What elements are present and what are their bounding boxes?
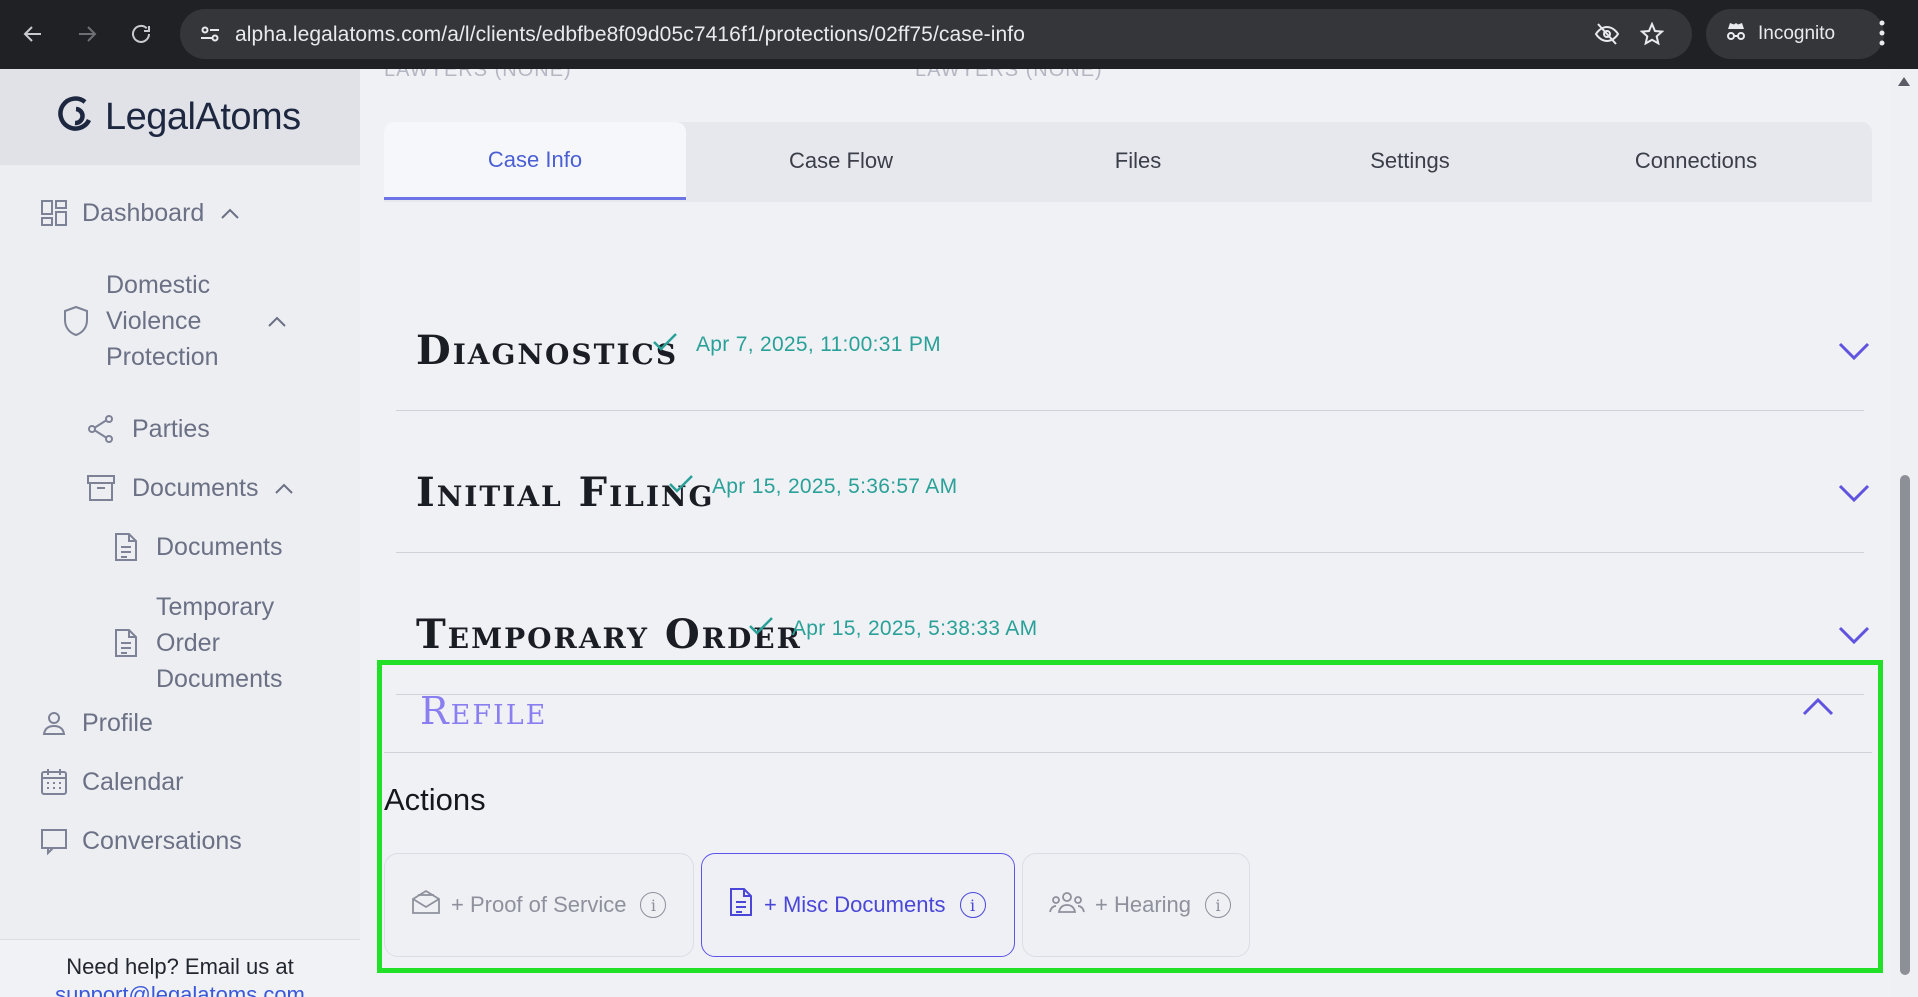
- sidebar-item-profile[interactable]: Profile: [40, 705, 153, 741]
- chevron-up-icon[interactable]: [220, 199, 240, 228]
- tab-files[interactable]: Files: [996, 122, 1280, 200]
- chevron-down-icon[interactable]: [1838, 341, 1870, 366]
- chevron-down-icon[interactable]: [1838, 625, 1870, 650]
- archive-icon: [86, 473, 116, 503]
- section-title: Diagnostics: [416, 327, 679, 374]
- chevron-down-icon[interactable]: [1838, 483, 1870, 508]
- section-timestamp: Apr 15, 2025, 5:38:33 AM: [792, 617, 1038, 640]
- sidebar-item-label: Parties: [132, 415, 210, 443]
- incognito-icon: [1724, 20, 1748, 48]
- logo-text-suffix: Atoms: [195, 95, 301, 138]
- lawyers-label: LAWYERS (NONE): [915, 69, 1103, 81]
- sidebar-item-label: Profile: [82, 709, 153, 737]
- section-diagnostics[interactable]: Diagnostics Apr 7, 2025, 11:00:31 PM: [396, 269, 1870, 411]
- logo[interactable]: LegalAtoms: [0, 69, 360, 165]
- message-icon: [40, 827, 68, 855]
- lawyers-label: LAWYERS (NONE): [384, 69, 572, 81]
- sidebar-item-temporary-order-documents[interactable]: Temporary Order Documents: [112, 589, 282, 697]
- tab-connections[interactable]: Connections: [1540, 122, 1852, 200]
- logo-icon: [53, 92, 99, 143]
- sidebar-item-documents[interactable]: Documents: [112, 529, 282, 565]
- sidebar-item-label: Documents: [156, 665, 283, 693]
- sidebar-item-documents-group[interactable]: Documents: [86, 470, 294, 506]
- reload-icon[interactable]: [124, 17, 158, 51]
- support-email-link[interactable]: support@legalatoms.com: [0, 982, 360, 997]
- star-icon[interactable]: [1639, 21, 1665, 51]
- check-icon: [748, 615, 774, 642]
- section-timestamp: Apr 15, 2025, 5:36:57 AM: [712, 475, 958, 498]
- chevron-up-icon[interactable]: [267, 307, 287, 336]
- tab-case-flow[interactable]: Case Flow: [686, 122, 996, 200]
- browser-menu-icon[interactable]: [1878, 18, 1886, 53]
- sidebar-item-label: Domestic: [106, 271, 211, 299]
- scroll-up-icon[interactable]: [1898, 77, 1910, 86]
- sidebar-item-dashboard[interactable]: Dashboard: [40, 195, 240, 231]
- eye-off-icon[interactable]: [1594, 22, 1620, 51]
- address-bar[interactable]: alpha.legalatoms.com/a/l/clients/edbfbe8…: [180, 9, 1692, 59]
- sidebar-item-label: Documents: [132, 474, 259, 502]
- sidebar-item-domestic-violence-protection[interactable]: Domestic Violence Protection: [62, 267, 287, 375]
- sidebar: LegalAtoms Dashboard Domestic Violence P…: [0, 69, 360, 997]
- url-text[interactable]: alpha.legalatoms.com/a/l/clients/edbfbe8…: [235, 23, 1025, 47]
- tab-case-info[interactable]: Case Info: [384, 122, 686, 200]
- sidebar-item-label: Calendar: [82, 768, 184, 796]
- check-icon: [668, 473, 694, 500]
- file-text-icon: [112, 532, 140, 562]
- sidebar-item-parties[interactable]: Parties: [86, 411, 210, 447]
- case-tabs: Case Info Case Flow Files Settings Conne…: [384, 122, 1872, 202]
- sidebar-item-conversations[interactable]: Conversations: [40, 823, 242, 859]
- tab-settings[interactable]: Settings: [1280, 122, 1540, 200]
- shield-icon: [62, 305, 90, 337]
- incognito-label: Incognito: [1758, 23, 1836, 44]
- sidebar-item-label: Documents: [156, 533, 283, 561]
- sidebar-item-label: Violence: [106, 307, 202, 335]
- check-icon: [652, 331, 678, 358]
- incognito-indicator[interactable]: Incognito: [1706, 9, 1884, 59]
- sidebar-item-label: Conversations: [82, 827, 242, 855]
- sidebar-item-label: Dashboard: [82, 199, 205, 227]
- sidebar-item-label: Temporary: [156, 593, 275, 621]
- section-title: Temporary Order: [416, 611, 802, 658]
- help-text: Need help? Email us at: [66, 954, 294, 979]
- dashboard-icon: [40, 199, 68, 227]
- sidebar-item-label: Order: [156, 629, 220, 657]
- file-text-icon: [112, 628, 140, 658]
- help-footer: Need help? Email us at support@legalatom…: [0, 939, 360, 997]
- logo-text-prefix: Legal: [105, 95, 196, 138]
- user-icon: [40, 709, 68, 737]
- sidebar-item-label: Protection: [106, 343, 219, 371]
- browser-toolbar: alpha.legalatoms.com/a/l/clients/edbfbe8…: [0, 0, 1918, 69]
- scroll-thumb[interactable]: [1900, 475, 1910, 975]
- scrollbar[interactable]: [1890, 69, 1918, 997]
- section-initial-filing[interactable]: Initial Filing Apr 15, 2025, 5:36:57 AM: [396, 411, 1870, 553]
- section-timestamp: Apr 7, 2025, 11:00:31 PM: [696, 333, 941, 356]
- site-settings-icon[interactable]: [198, 22, 222, 51]
- highlight-box: [377, 660, 1883, 973]
- share-icon: [86, 414, 116, 444]
- chevron-up-icon[interactable]: [274, 474, 294, 503]
- forward-icon[interactable]: [70, 17, 104, 51]
- sidebar-item-calendar[interactable]: Calendar: [40, 764, 183, 800]
- back-icon[interactable]: [16, 17, 50, 51]
- calendar-icon: [40, 768, 68, 796]
